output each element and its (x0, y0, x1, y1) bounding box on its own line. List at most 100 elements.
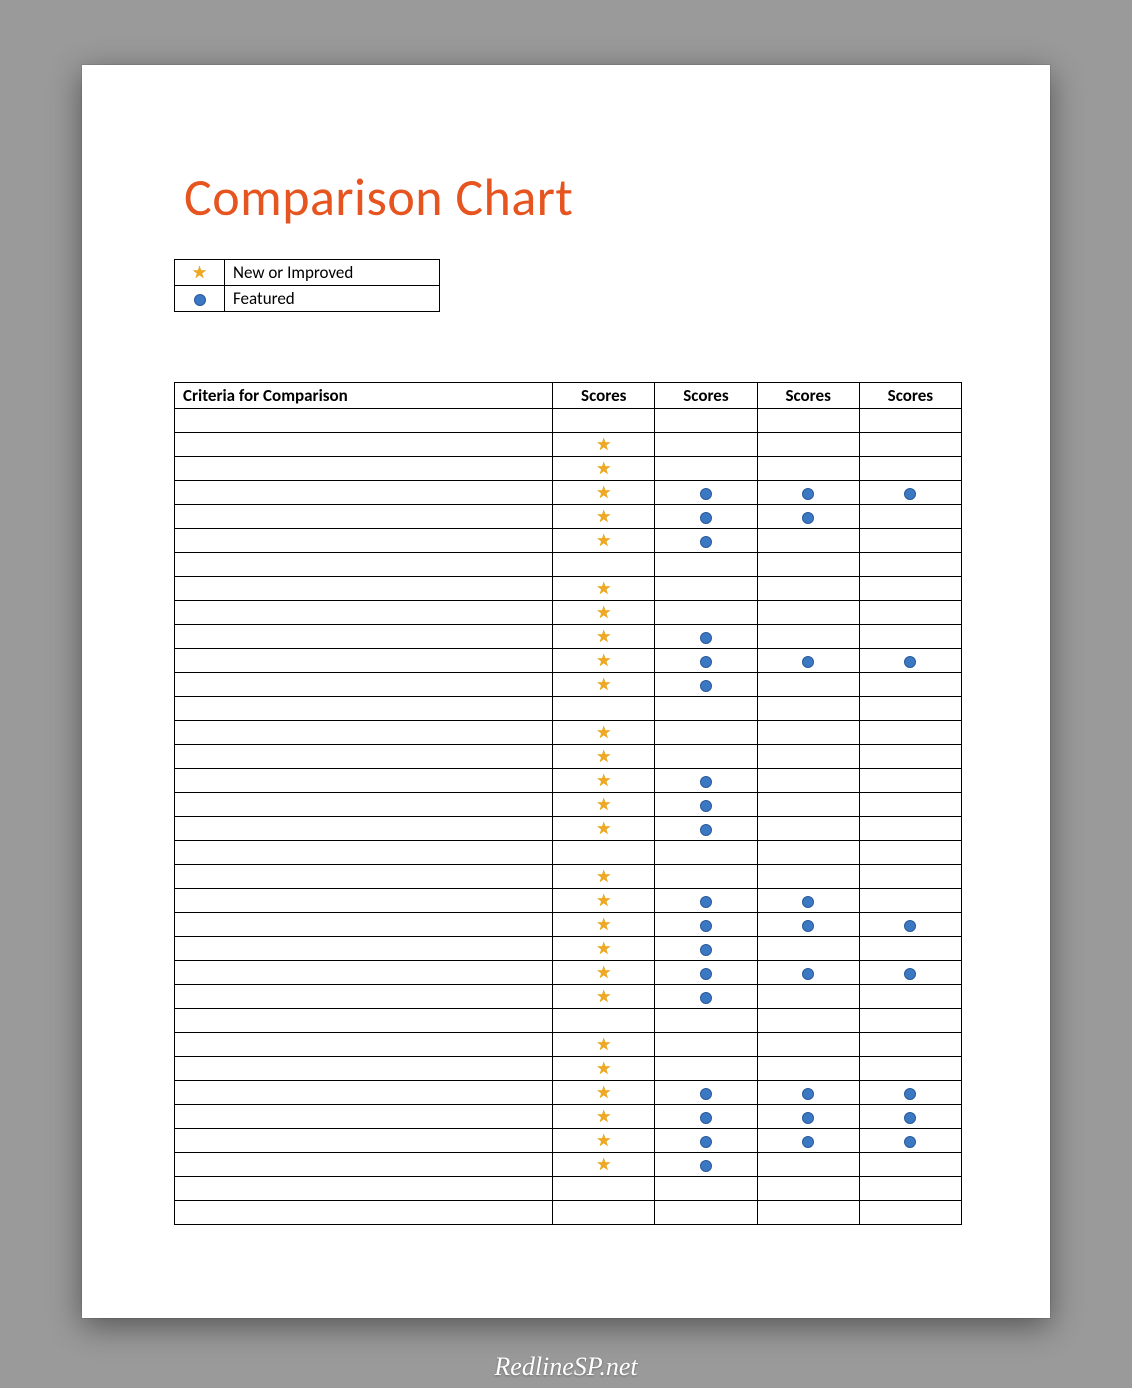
score-cell: ★ (553, 481, 655, 505)
score-cell: ★ (553, 505, 655, 529)
criteria-cell (175, 601, 553, 625)
score-cell: ★ (553, 889, 655, 913)
score-cell (859, 529, 961, 553)
dot-icon (802, 920, 814, 932)
dot-icon (802, 896, 814, 908)
score-cell: ★ (553, 913, 655, 937)
score-cell (757, 409, 859, 433)
dot-icon (700, 488, 712, 500)
document-page: Comparison Chart ★New or ImprovedFeature… (82, 65, 1050, 1318)
table-row: ★ (175, 817, 962, 841)
score-cell (655, 961, 757, 985)
dot-icon (802, 512, 814, 524)
score-cell (859, 841, 961, 865)
score-cell (859, 601, 961, 625)
score-cell (757, 769, 859, 793)
legend-label-cell: New or Improved (225, 260, 440, 286)
score-cell (655, 1009, 757, 1033)
score-cell: ★ (553, 1033, 655, 1057)
legend-table: ★New or ImprovedFeatured (174, 259, 440, 312)
legend-icon-cell: ★ (175, 260, 225, 286)
score-cell (655, 409, 757, 433)
star-icon: ★ (596, 628, 611, 645)
score-cell (655, 817, 757, 841)
criteria-cell (175, 553, 553, 577)
score-cell (859, 625, 961, 649)
dot-icon (802, 488, 814, 500)
dot-icon (904, 1136, 916, 1148)
score-cell (655, 745, 757, 769)
score-cell: ★ (553, 1081, 655, 1105)
criteria-cell (175, 1033, 553, 1057)
score-cell (655, 529, 757, 553)
score-cell: ★ (553, 985, 655, 1009)
score-cell (859, 433, 961, 457)
score-cell: ★ (553, 817, 655, 841)
dot-icon (904, 920, 916, 932)
criteria-cell (175, 961, 553, 985)
dot-icon (700, 896, 712, 908)
score-cell (859, 673, 961, 697)
criteria-cell (175, 1153, 553, 1177)
dot-icon (904, 1088, 916, 1100)
star-icon: ★ (596, 532, 611, 549)
score-cell (757, 1129, 859, 1153)
score-cell (655, 721, 757, 745)
criteria-cell (175, 625, 553, 649)
score-cell: ★ (553, 865, 655, 889)
score-cell (859, 1033, 961, 1057)
score-cell (655, 1201, 757, 1225)
criteria-cell (175, 529, 553, 553)
score-cell: ★ (553, 1129, 655, 1153)
header-criteria: Criteria for Comparison (175, 383, 553, 409)
table-row: ★ (175, 865, 962, 889)
dot-icon (904, 968, 916, 980)
score-cell (655, 1057, 757, 1081)
table-row: ★ (175, 1105, 962, 1129)
score-cell (859, 865, 961, 889)
score-cell (655, 889, 757, 913)
score-cell: ★ (553, 601, 655, 625)
dot-icon (700, 1088, 712, 1100)
criteria-cell (175, 889, 553, 913)
score-cell (859, 721, 961, 745)
score-cell (757, 553, 859, 577)
score-cell: ★ (553, 529, 655, 553)
star-icon: ★ (596, 724, 611, 741)
score-cell: ★ (553, 937, 655, 961)
criteria-cell (175, 697, 553, 721)
score-cell (757, 1081, 859, 1105)
legend-label-cell: Featured (225, 286, 440, 312)
dot-icon (700, 536, 712, 548)
dot-icon (700, 776, 712, 788)
criteria-cell (175, 409, 553, 433)
score-cell (757, 601, 859, 625)
dot-icon (802, 968, 814, 980)
score-cell (655, 793, 757, 817)
score-cell (859, 481, 961, 505)
dot-icon (700, 680, 712, 692)
dot-icon (904, 488, 916, 500)
table-row: ★ (175, 769, 962, 793)
header-score-1: Scores (553, 383, 655, 409)
score-cell (757, 1153, 859, 1177)
score-cell (553, 1177, 655, 1201)
score-cell (655, 481, 757, 505)
table-row: ★ (175, 673, 962, 697)
criteria-cell (175, 937, 553, 961)
table-row: ★ (175, 433, 962, 457)
score-cell (757, 961, 859, 985)
score-cell (859, 769, 961, 793)
score-cell: ★ (553, 769, 655, 793)
score-cell (859, 697, 961, 721)
score-cell (655, 577, 757, 601)
score-cell (655, 1177, 757, 1201)
score-cell (655, 985, 757, 1009)
score-cell (859, 961, 961, 985)
star-icon: ★ (596, 772, 611, 789)
criteria-cell (175, 913, 553, 937)
star-icon: ★ (596, 868, 611, 885)
score-cell (553, 697, 655, 721)
table-row (175, 409, 962, 433)
dot-icon (700, 1112, 712, 1124)
